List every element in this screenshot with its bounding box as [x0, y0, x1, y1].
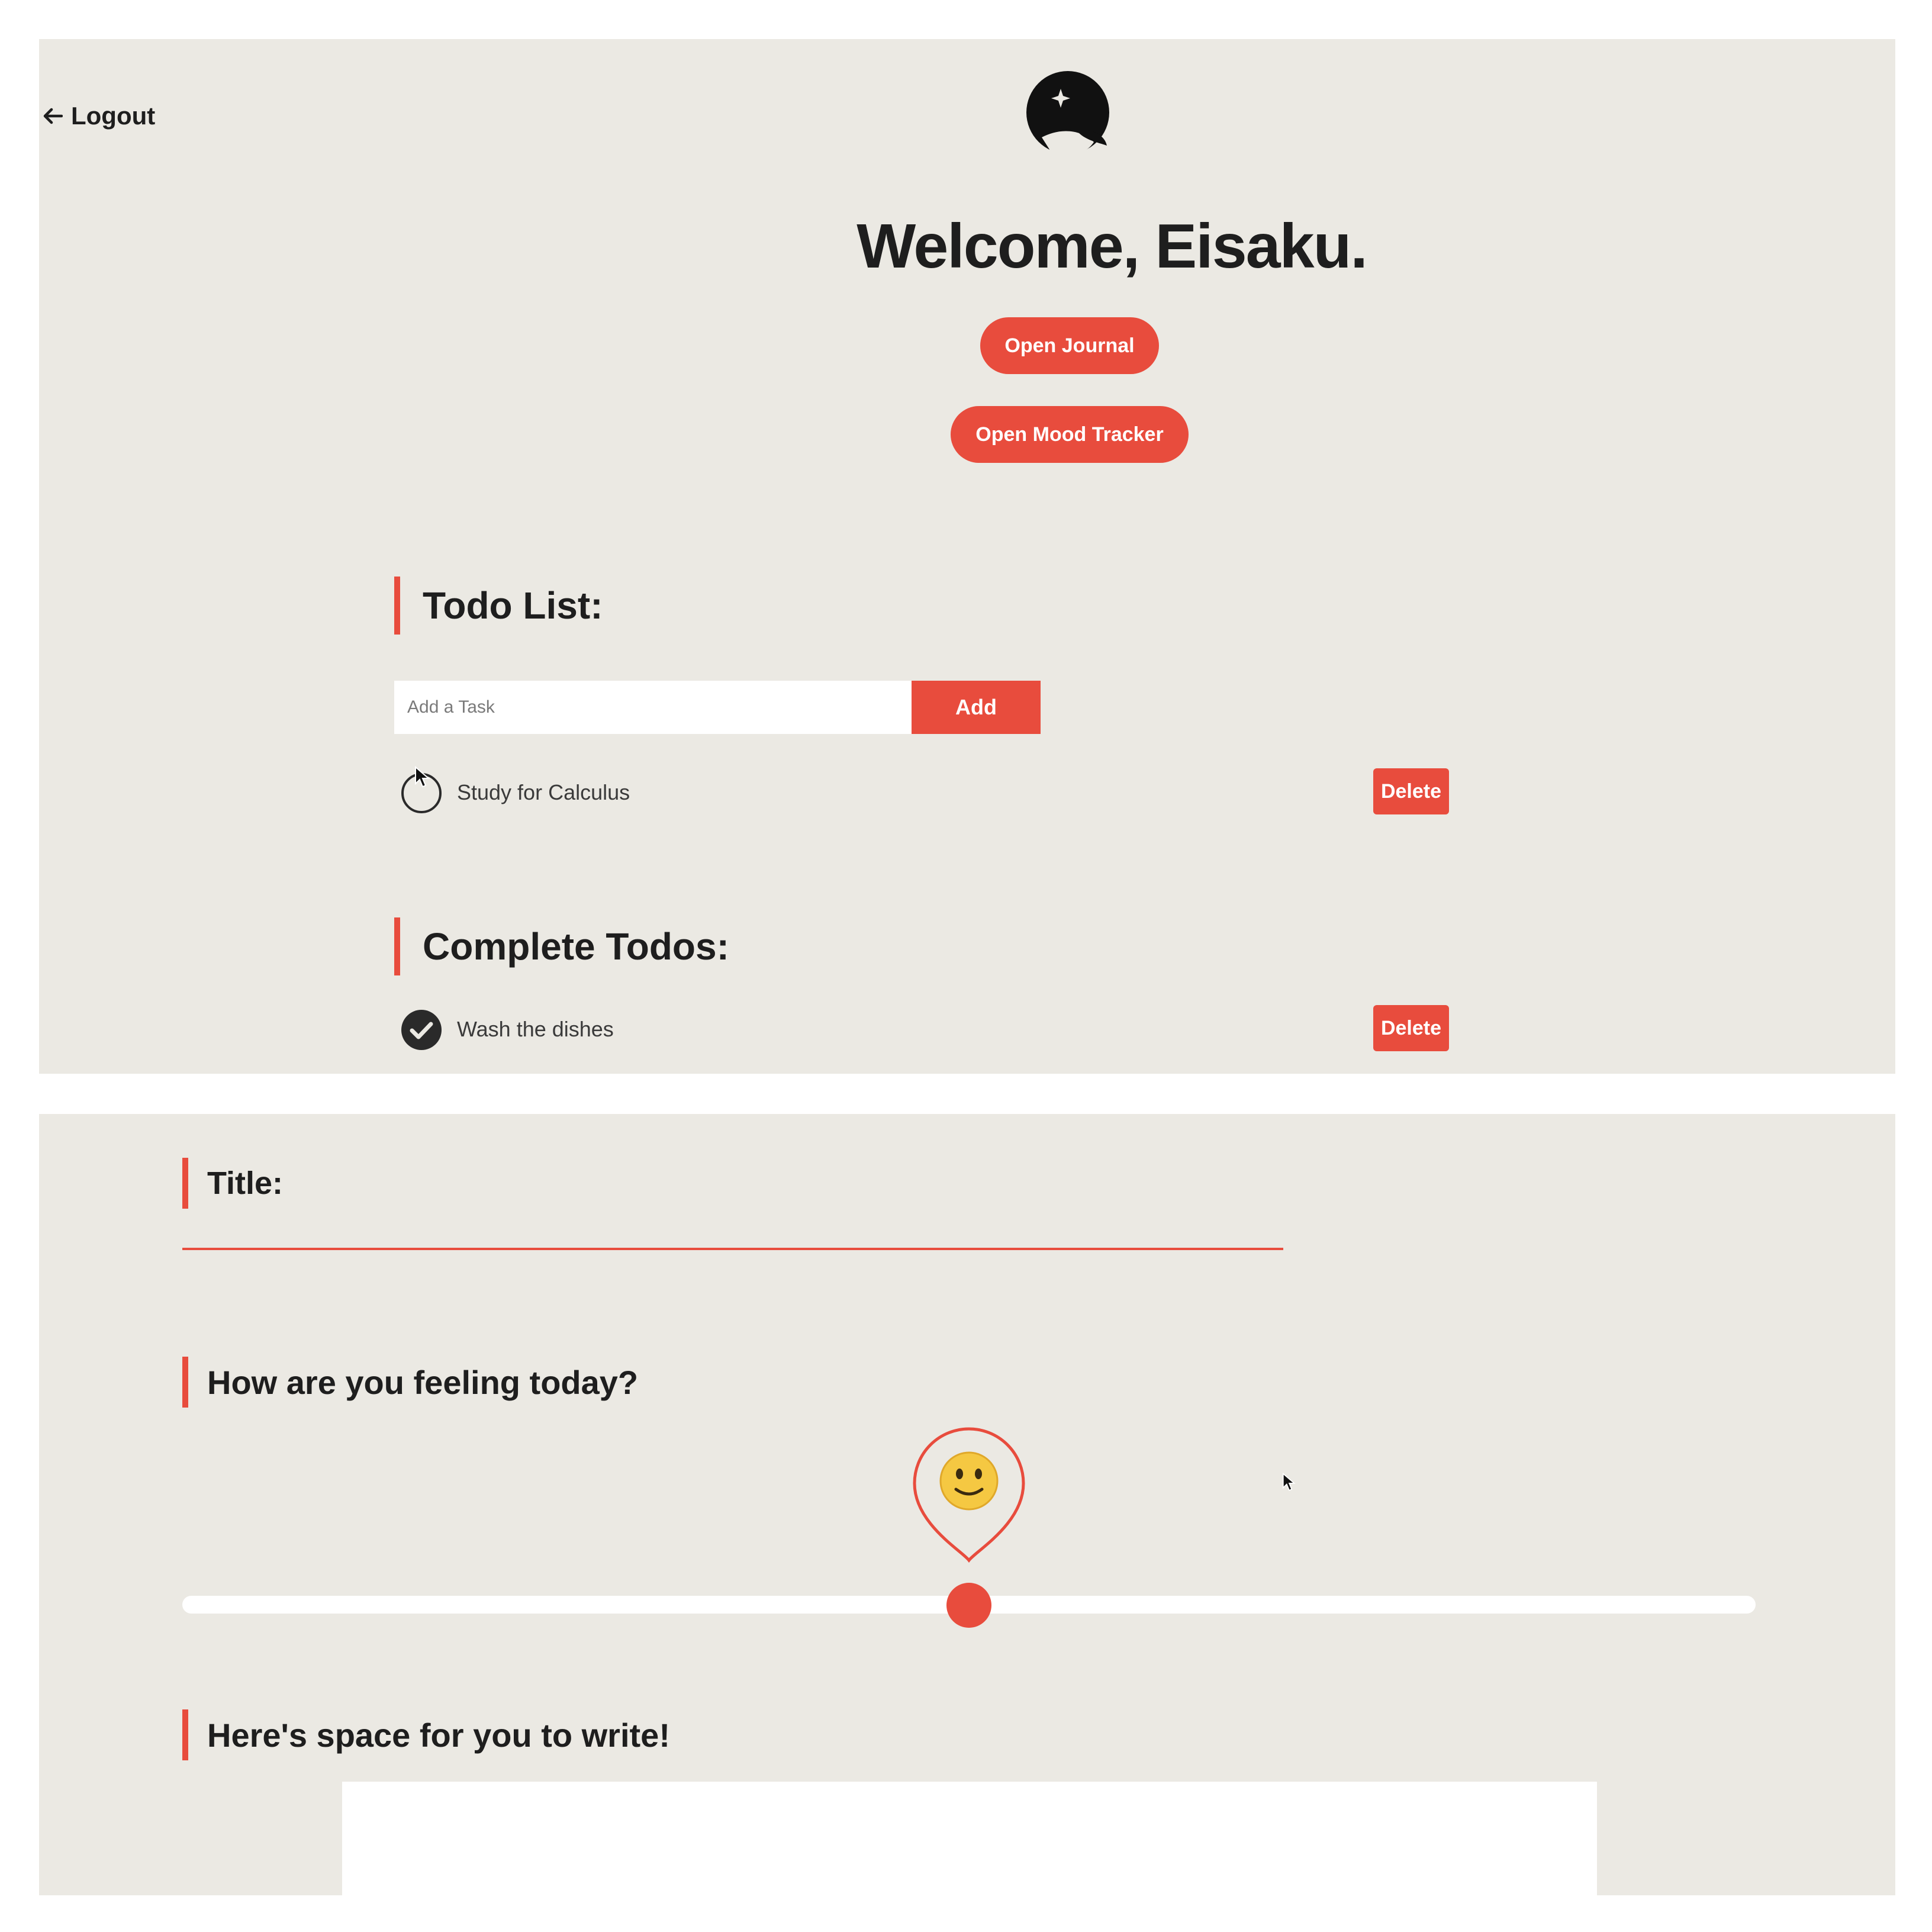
heading-accent-bar — [182, 1357, 188, 1408]
dashboard-panel: Logout Welcome, Eisaku. Open Journal Ope… — [39, 39, 1895, 1074]
mood-slider-thumb[interactable] — [946, 1583, 991, 1628]
completed-todo-label: Wash the dishes — [457, 1017, 614, 1041]
title-heading-label: Title: — [207, 1165, 284, 1201]
todo-item: Study for Calculus Delete — [400, 768, 1449, 816]
delete-button[interactable]: Delete — [1373, 1005, 1449, 1051]
moon-star-logo — [1024, 71, 1114, 161]
completed-todo-item: Wash the dishes Delete — [400, 1005, 1449, 1052]
title-input[interactable] — [182, 1203, 1283, 1250]
todo-list-title: Todo List: — [423, 584, 603, 627]
heading-accent-bar — [394, 917, 400, 975]
delete-button[interactable]: Delete — [1373, 768, 1449, 814]
mouse-cursor-icon — [414, 765, 431, 790]
add-task-input[interactable] — [394, 681, 912, 734]
title-heading: Title: — [182, 1158, 283, 1209]
heading-accent-bar — [182, 1158, 188, 1209]
open-mood-tracker-button[interactable]: Open Mood Tracker — [951, 406, 1189, 463]
write-heading: Here's space for you to write! — [182, 1709, 670, 1760]
logout-label: Logout — [71, 102, 156, 130]
welcome-heading: Welcome, Eisaku. — [856, 211, 1368, 281]
todo-item-label: Study for Calculus — [457, 780, 630, 804]
todo-list-heading: Todo List: — [394, 577, 603, 635]
feeling-heading: How are you feeling today? — [182, 1357, 638, 1408]
journal-textarea[interactable] — [342, 1782, 1597, 1895]
add-task-button[interactable]: Add — [912, 681, 1041, 734]
arrow-left-icon — [43, 107, 63, 125]
logout-button[interactable]: Logout — [43, 102, 155, 130]
complete-todos-title: Complete Todos: — [423, 925, 729, 968]
feeling-heading-label: How are you feeling today? — [207, 1363, 639, 1401]
heading-accent-bar — [182, 1709, 188, 1760]
complete-todos-heading: Complete Todos: — [394, 917, 729, 975]
map-pin-icon — [910, 1424, 1028, 1566]
mouse-cursor-icon — [1282, 1472, 1299, 1496]
write-heading-label: Here's space for you to write! — [207, 1716, 670, 1754]
open-journal-button[interactable]: Open Journal — [980, 317, 1159, 374]
journal-panel: Title: How are you feeling today? Here's… — [39, 1114, 1895, 1895]
heading-accent-bar — [394, 577, 400, 635]
check-circle-icon[interactable] — [400, 1009, 443, 1051]
